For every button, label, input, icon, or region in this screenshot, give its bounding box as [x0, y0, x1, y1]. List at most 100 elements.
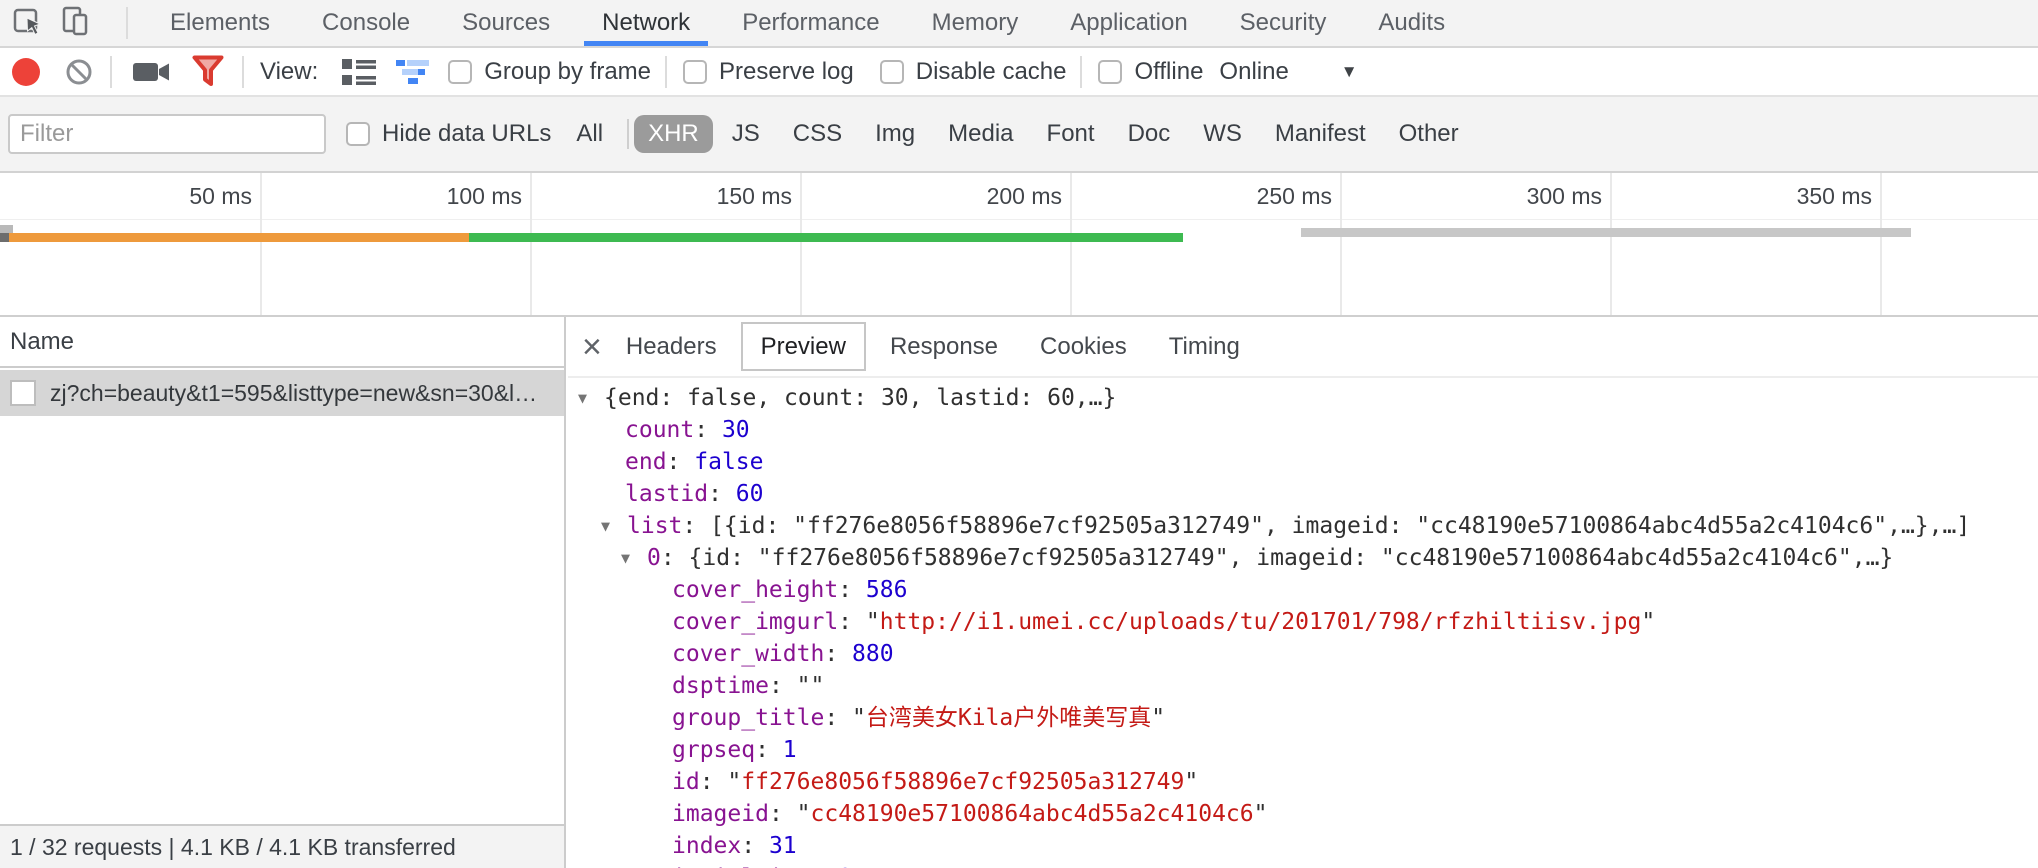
disable-cache-label[interactable]: Disable cache	[916, 58, 1067, 86]
name-column-label: Name	[10, 328, 74, 356]
preview-line: lastid: 60	[568, 478, 2038, 510]
filter-type-manifest[interactable]: Manifest	[1261, 115, 1380, 153]
token: "	[1254, 801, 1268, 827]
tabbar-tools	[12, 5, 128, 42]
token: :	[741, 833, 769, 859]
resource-type-filters: All XHRJSCSSImgMediaFontDocWSManifestOthe…	[557, 115, 1472, 153]
filter-type-img[interactable]: Img	[861, 115, 929, 153]
tab-performance[interactable]: Performance	[716, 0, 905, 46]
token: "	[797, 801, 811, 827]
details-tab-timing[interactable]: Timing	[1151, 322, 1258, 371]
details-tab-response[interactable]: Response	[872, 322, 1016, 371]
token: grpseq	[672, 737, 755, 763]
token: list	[627, 513, 682, 539]
filter-type-all[interactable]: All	[562, 115, 617, 153]
token: :	[824, 641, 852, 667]
preview-line[interactable]: ▼{end: false, count: 30, lastid: 60,…}	[568, 382, 2038, 414]
tab-audits[interactable]: Audits	[1352, 0, 1471, 46]
token: :	[838, 609, 866, 635]
disable-cache-checkbox[interactable]	[880, 60, 904, 84]
filter-input[interactable]	[8, 114, 326, 154]
preview-line: end: false	[568, 446, 2038, 478]
preview-line: grpseq: 1	[568, 734, 2038, 766]
filter-type-doc[interactable]: Doc	[1114, 115, 1185, 153]
preview-line: count: 30	[568, 414, 2038, 446]
hide-data-urls-checkbox[interactable]	[346, 122, 370, 146]
json-preview-tree: ▼{end: false, count: 30, lastid: 60,…}co…	[568, 380, 2038, 868]
close-icon[interactable]: ×	[582, 330, 602, 364]
filter-type-font[interactable]: Font	[1033, 115, 1109, 153]
token: {end: false, count: 30, lastid: 60,…}	[604, 385, 1116, 411]
token: ff276e8056f58896e7cf92505a312749	[741, 769, 1184, 795]
filter-type-other[interactable]: Other	[1385, 115, 1473, 153]
name-column-header[interactable]: Name	[0, 317, 564, 368]
inspect-element-icon[interactable]	[12, 5, 44, 42]
token: imageid	[672, 801, 769, 827]
tab-elements[interactable]: Elements	[144, 0, 296, 46]
toolbar-divider	[110, 56, 112, 88]
preview-line: group_title: "台湾美女Kila户外唯美写真"	[568, 702, 2038, 734]
network-toolbar: View: Group by frame Preserve	[0, 48, 2038, 97]
toolbar-divider	[1080, 56, 1082, 88]
list-view-icon[interactable]	[340, 56, 378, 88]
expand-arrow-icon[interactable]: ▼	[578, 382, 604, 414]
expand-arrow-icon[interactable]: ▼	[601, 510, 627, 542]
chevron-down-icon[interactable]: ▼	[1341, 62, 1358, 82]
tab-application[interactable]: Application	[1044, 0, 1213, 46]
group-by-frame-label[interactable]: Group by frame	[484, 58, 651, 86]
token: end	[625, 449, 667, 475]
token: false	[694, 449, 763, 475]
token: cover_imgurl	[672, 609, 838, 635]
token: :	[769, 673, 797, 699]
offline-checkbox[interactable]	[1098, 60, 1122, 84]
timeline-gridline	[1610, 173, 1612, 315]
ruler-divider	[0, 219, 2038, 220]
timeline-tick-label: 350 ms	[1712, 183, 1872, 210]
expand-arrow-icon[interactable]: ▼	[621, 542, 647, 574]
filter-type-js[interactable]: JS	[718, 115, 774, 153]
token: :	[755, 737, 783, 763]
preview-line[interactable]: ▼0: {id: "ff276e8056f58896e7cf92505a3127…	[568, 542, 2038, 574]
tab-security[interactable]: Security	[1214, 0, 1353, 46]
token: lastid	[625, 481, 708, 507]
group-by-frame-checkbox[interactable]	[448, 60, 472, 84]
record-button[interactable]	[12, 58, 40, 86]
filter-type-css[interactable]: CSS	[779, 115, 856, 153]
network-filter-bar: Hide data URLs All XHRJSCSSImgMediaFontDo…	[0, 97, 2038, 171]
tab-console[interactable]: Console	[296, 0, 436, 46]
token: 586	[866, 577, 908, 603]
details-tab-headers[interactable]: Headers	[608, 322, 735, 371]
throttling-select[interactable]: Online	[1219, 58, 1288, 86]
token: 60	[736, 481, 764, 507]
filter-funnel-icon[interactable]	[192, 55, 224, 89]
tab-network[interactable]: Network	[576, 0, 716, 46]
timeline-tick-label: 150 ms	[632, 183, 792, 210]
offline-label[interactable]: Offline	[1134, 58, 1203, 86]
network-overview-timeline[interactable]: 50 ms100 ms150 ms200 ms250 ms300 ms350 m…	[0, 171, 2038, 317]
filter-type-ws[interactable]: WS	[1189, 115, 1256, 153]
request-name: zj?ch=beauty&t1=595&listtype=new&sn=30&l…	[50, 380, 537, 407]
token: index	[672, 833, 741, 859]
preview-line[interactable]: ▼list: [{id: "ff276e8056f58896e7cf92505a…	[568, 510, 2038, 542]
device-toolbar-icon[interactable]	[60, 5, 92, 42]
timeline-gridline	[1340, 173, 1342, 315]
request-row[interactable]: zj?ch=beauty&t1=595&listtype=new&sn=30&l…	[0, 370, 564, 416]
tab-sources[interactable]: Sources	[436, 0, 576, 46]
token: 880	[852, 641, 894, 667]
tab-memory[interactable]: Memory	[906, 0, 1045, 46]
view-label: View:	[260, 58, 318, 86]
filter-type-xhr[interactable]: XHR	[634, 115, 713, 153]
hide-data-urls-label[interactable]: Hide data URLs	[382, 120, 551, 148]
preserve-log-checkbox[interactable]	[683, 60, 707, 84]
devtools-tabbar: ElementsConsoleSourcesNetworkPerformance…	[0, 0, 2038, 48]
token: :	[700, 769, 728, 795]
details-tab-cookies[interactable]: Cookies	[1022, 322, 1145, 371]
filter-type-media[interactable]: Media	[934, 115, 1027, 153]
screenshot-camera-icon[interactable]	[132, 57, 172, 87]
waterfall-overview-icon[interactable]	[394, 56, 432, 88]
token: :	[838, 577, 866, 603]
preserve-log-label[interactable]: Preserve log	[719, 58, 854, 86]
clear-icon[interactable]	[64, 57, 94, 87]
details-tab-preview[interactable]: Preview	[741, 322, 866, 371]
network-summary-bar: 1 / 32 requests | 4.1 KB / 4.1 KB transf…	[0, 824, 564, 868]
